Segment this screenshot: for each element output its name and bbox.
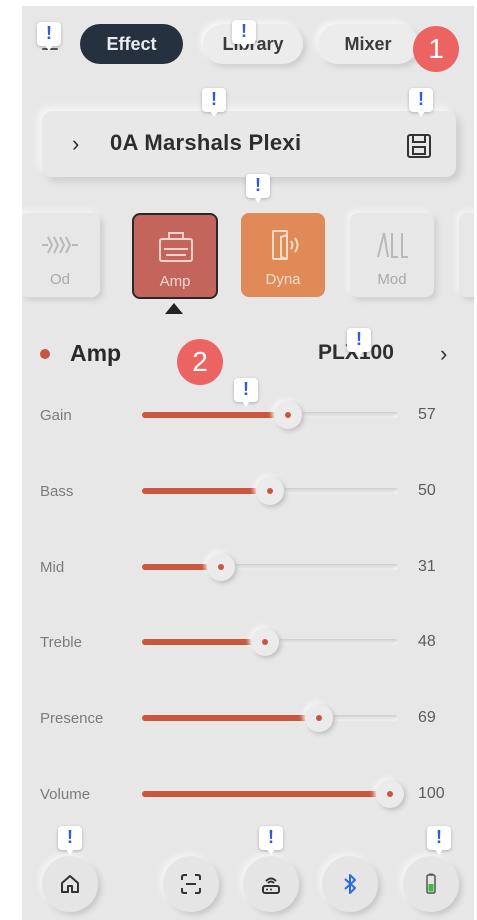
annotation-badge-2: 2 xyxy=(177,339,223,385)
nav-battery-button[interactable] xyxy=(403,856,459,912)
overdrive-icon xyxy=(42,236,78,254)
param-value-bass: 50 xyxy=(418,482,436,499)
device-wireless-icon xyxy=(262,877,280,894)
param-label-volume: Volume xyxy=(40,786,91,803)
param-label-gain: Gain xyxy=(40,407,72,424)
marker-glyph: ! xyxy=(67,827,73,847)
tab-mixer[interactable]: Mixer xyxy=(318,24,418,64)
slider-presence[interactable] xyxy=(142,704,398,732)
slider-knob[interactable] xyxy=(207,553,235,581)
nav-home-button[interactable] xyxy=(42,856,98,912)
preset-name: 0A Marshals Plexi xyxy=(110,130,302,155)
param-value-gain: 57 xyxy=(418,406,436,423)
slider-volume[interactable] xyxy=(142,780,404,808)
nav-device-button[interactable] xyxy=(243,856,299,912)
effect-block-od[interactable]: Od xyxy=(22,213,100,297)
slider-knob[interactable] xyxy=(376,780,404,808)
marker-glyph: ! xyxy=(418,89,424,109)
effect-block-next[interactable] xyxy=(459,213,474,297)
amplifier-icon xyxy=(159,232,193,262)
param-label-mid: Mid xyxy=(40,559,65,576)
annotation-badge-1: 1 xyxy=(413,26,459,72)
marker-glyph: ! xyxy=(241,21,247,41)
home-icon xyxy=(61,875,79,893)
chevron-right-icon: › xyxy=(72,131,80,156)
param-value-volume: 100 xyxy=(418,785,445,802)
nav-scan-button[interactable] xyxy=(163,856,219,912)
info-marker-icon[interactable]: ! xyxy=(234,378,258,407)
nav-bluetooth-button[interactable] xyxy=(322,856,378,912)
param-value-mid: 31 xyxy=(418,558,436,575)
effect-block-mod[interactable]: Mod xyxy=(350,213,434,297)
marker-glyph: ! xyxy=(356,329,362,349)
info-marker-icon[interactable]: ! xyxy=(232,20,256,49)
slider-bass[interactable] xyxy=(142,477,398,505)
slider-knob[interactable] xyxy=(251,628,279,656)
preset-selector[interactable]: › 0A Marshals Plexi xyxy=(42,111,456,177)
info-marker-icon[interactable]: ! xyxy=(37,22,61,51)
marker-glyph: ! xyxy=(211,89,217,109)
marker-glyph: ! xyxy=(243,379,249,399)
info-marker-icon[interactable]: ! xyxy=(427,826,451,855)
section-title: Amp xyxy=(70,340,122,366)
effect-block-label: Amp xyxy=(159,273,191,290)
marker-glyph: ! xyxy=(268,827,274,847)
param-value-treble: 48 xyxy=(418,633,436,650)
effect-block-label: Od xyxy=(49,271,70,288)
effect-block-label: Mod xyxy=(377,271,407,288)
info-marker-icon[interactable]: ! xyxy=(259,826,283,855)
slider-knob[interactable] xyxy=(274,401,302,429)
chevron-right-icon[interactable]: › xyxy=(440,341,447,367)
slider-knob[interactable] xyxy=(305,704,333,732)
info-marker-icon[interactable]: ! xyxy=(246,174,270,203)
param-value-presence: 69 xyxy=(418,709,436,726)
info-marker-icon[interactable]: ! xyxy=(409,88,433,117)
selected-block-pointer-icon xyxy=(165,303,183,314)
app-screen: Effect Library Mixer 1 › 0A Marshals Ple… xyxy=(22,6,474,920)
info-marker-icon[interactable]: ! xyxy=(202,88,226,117)
info-marker-icon[interactable]: ! xyxy=(347,328,371,357)
param-label-treble: Treble xyxy=(40,634,82,651)
modulation-icon xyxy=(377,232,408,258)
battery-icon xyxy=(426,873,436,894)
marker-glyph: ! xyxy=(46,23,52,43)
slider-knob[interactable] xyxy=(256,477,284,505)
dynamics-icon xyxy=(272,230,299,260)
info-marker-icon[interactable]: ! xyxy=(58,826,82,855)
effect-block-dyna[interactable]: Dyna xyxy=(241,213,325,297)
effect-block-label: Dyna xyxy=(265,271,301,288)
tab-effect[interactable]: Effect xyxy=(80,24,183,64)
marker-glyph: ! xyxy=(255,175,261,195)
param-label-bass: Bass xyxy=(40,483,74,500)
slider-treble[interactable] xyxy=(142,628,398,656)
bluetooth-icon xyxy=(344,874,356,894)
scan-icon xyxy=(181,874,201,894)
status-dot xyxy=(40,349,50,359)
save-icon[interactable] xyxy=(406,133,432,159)
effect-block-amp[interactable]: Amp xyxy=(132,213,218,299)
param-label-presence: Presence xyxy=(40,710,104,727)
marker-glyph: ! xyxy=(436,827,442,847)
slider-mid[interactable] xyxy=(142,553,398,581)
slider-gain[interactable] xyxy=(142,401,398,429)
